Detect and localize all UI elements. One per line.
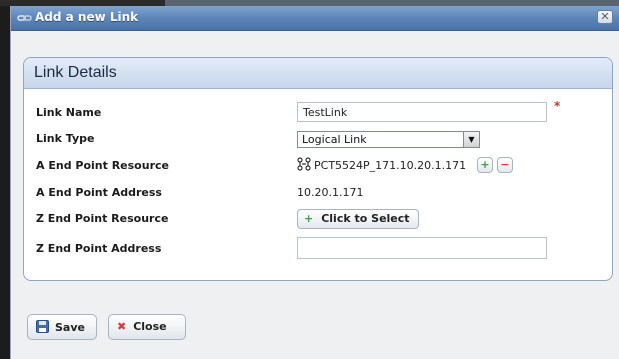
link-icon <box>17 11 33 25</box>
save-button[interactable]: Save <box>27 314 97 340</box>
a-end-address-value: 10.20.1.171 <box>297 186 364 199</box>
close-button[interactable]: ✖ Close <box>108 314 186 340</box>
a-end-resource-value: PCT5524P_171.10.20.1.171 <box>314 159 467 172</box>
link-name-label: Link Name <box>36 106 102 119</box>
close-icon[interactable]: ✕ <box>597 10 613 24</box>
a-end-resource-label: A End Point Resource <box>36 159 169 172</box>
click-to-select-label: Click to Select <box>321 212 410 225</box>
plus-icon: + <box>304 212 314 225</box>
link-name-input[interactable]: TestLink <box>297 102 547 122</box>
add-link-dialog: Add a new Link ✕ Link Details Link Name … <box>10 6 619 359</box>
save-label: Save <box>55 321 85 334</box>
close-x-icon: ✖ <box>117 320 127 333</box>
close-label: Close <box>133 320 167 333</box>
remove-resource-button[interactable]: − <box>497 157 513 173</box>
link-details-panel: Link Details Link Name TestLink * Link T… <box>23 57 613 281</box>
floppy-disk-icon <box>36 320 49 336</box>
link-type-label: Link Type <box>36 132 95 145</box>
dialog-title: Add a new Link <box>35 10 139 24</box>
a-end-address-label: A End Point Address <box>36 186 162 199</box>
network-device-icon <box>297 157 311 171</box>
z-end-address-label: Z End Point Address <box>36 242 162 255</box>
required-marker: * <box>554 99 561 113</box>
chevron-down-icon[interactable]: ▼ <box>463 132 479 147</box>
z-end-address-input[interactable] <box>297 237 547 259</box>
click-to-select-button[interactable]: + Click to Select <box>297 209 419 229</box>
panel-title: Link Details <box>34 64 117 81</box>
link-type-value: Logical Link <box>302 133 367 146</box>
add-resource-button[interactable]: + <box>477 157 493 173</box>
dialog-titlebar[interactable]: Add a new Link ✕ <box>11 6 619 31</box>
z-end-resource-label: Z End Point Resource <box>36 212 169 225</box>
panel-header: Link Details <box>24 58 612 89</box>
background-window-edge <box>0 6 10 359</box>
link-type-select[interactable]: Logical Link ▼ <box>297 131 480 148</box>
